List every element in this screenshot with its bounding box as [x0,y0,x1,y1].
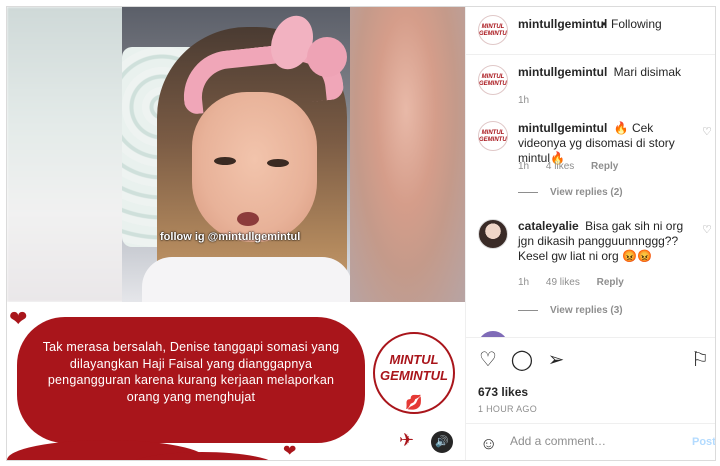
caption-panel: ❤ Tak merasa bersalah, Denise tanggapi s… [7,302,465,460]
comment-time[interactable]: 1h [518,95,529,106]
avatar-text: MINTUL GEMINTUL [479,24,508,37]
video-blur-left [7,7,125,302]
eye-left [214,157,236,165]
post-header: MINTUL GEMINTUL mintullgemintul • Follow… [466,7,715,55]
comment-icon[interactable]: ◯ [510,348,534,372]
comment-username[interactable]: mintullgemintul [518,65,607,79]
stamp-line-1: MINTUL [389,352,439,367]
speaker-icon[interactable]: 🔊 [431,431,453,453]
heart-decoration-icon: ❤ [9,306,28,331]
action-bar: ♡ ◯ ➢ ⚐ [466,337,715,387]
brand-stamp: MINTUL GEMINTUL 💋 [373,332,455,414]
post-button[interactable]: Post [692,436,715,448]
post-timestamp[interactable]: 1 HOUR AGO [478,404,537,414]
send-icon[interactable]: ➢ [544,348,568,372]
comment-avatar[interactable]: MINTUL GEMINTUL [478,121,508,151]
view-replies-button[interactable]: View replies (3) [518,305,623,316]
video-frame[interactable]: follow ig @mintullgemintul [122,7,350,302]
comment-likes[interactable]: 4 likes [546,161,574,172]
video-watermark: follow ig @mintullgemintul [160,231,301,243]
comment-text: mintullgemintul 🔥 Cek videonya yg disoma… [518,121,698,166]
avatar-text: MINTUL GEMINTUL [479,130,508,143]
avatar-text: MINTUL GEMINTUL [479,74,508,87]
lips-icon: 💋 [405,394,423,410]
avatar[interactable]: MINTUL GEMINTUL [478,15,508,45]
comment-meta: 1h 49 likes Reply [518,277,638,288]
post-sidebar: MINTUL GEMINTUL mintullgemintul • Follow… [465,7,715,460]
comment-reply-button[interactable]: Reply [591,161,618,172]
comment-text: mintullgemintul Mari disimak [518,65,698,80]
video-blur-right [347,7,465,302]
comment-avatar[interactable] [478,219,508,249]
add-comment-input[interactable] [510,434,670,448]
comment-like-heart-icon[interactable]: ♡ [702,125,712,138]
comment-meta: 1h 4 likes Reply [518,161,632,172]
paper-plane-icon: ✈ [399,430,415,450]
view-replies-button[interactable]: View replies (2) [518,187,623,198]
caption-card: Tak merasa bersalah, Denise tanggapi som… [17,317,365,443]
comments-list[interactable]: MINTUL GEMINTUL mintullgemintul Mari dis… [466,55,715,337]
emoji-icon[interactable]: ☺ [480,434,497,454]
comment-like-heart-icon[interactable]: ♡ [702,223,712,236]
comment-username[interactable]: cataleyalie [518,219,579,233]
headband-bow-right [307,37,347,77]
add-comment-bar: ☺ Post [466,423,715,460]
shirt [142,257,350,302]
bookmark-icon[interactable]: ⚐ [688,348,712,372]
comment-avatar[interactable]: MINTUL GEMINTUL [478,65,508,95]
header-separator: • [602,17,607,31]
header-username[interactable]: mintullgemintul [518,17,607,31]
comment-meta: 1h [518,95,543,106]
eye-right [267,159,289,167]
following-button[interactable]: Following [611,17,662,31]
likes-count[interactable]: 673 likes [478,385,528,399]
mouth [237,212,259,226]
post-media[interactable]: follow ig @mintullgemintul ❤ Tak merasa … [7,7,465,460]
comment-text: cataleyalie Bisa gak sih ni org jgn dika… [518,219,698,264]
comment-reply-button[interactable]: Reply [597,277,624,288]
comment-username[interactable]: mintullgemintul [518,121,607,135]
small-heart-decoration-icon: ❤ [283,443,297,460]
comment-message: Mari disimak [613,65,682,79]
instagram-post-window: follow ig @mintullgemintul ❤ Tak merasa … [6,6,716,461]
heart-icon[interactable]: ♡ [476,348,500,372]
stamp-line-2: GEMINTUL [380,368,448,383]
comment-time[interactable]: 1h [518,277,529,288]
comment-likes[interactable]: 49 likes [546,277,580,288]
caption-card-text: Tak merasa bersalah, Denise tanggapi som… [42,340,340,404]
comment-time[interactable]: 1h [518,161,529,172]
